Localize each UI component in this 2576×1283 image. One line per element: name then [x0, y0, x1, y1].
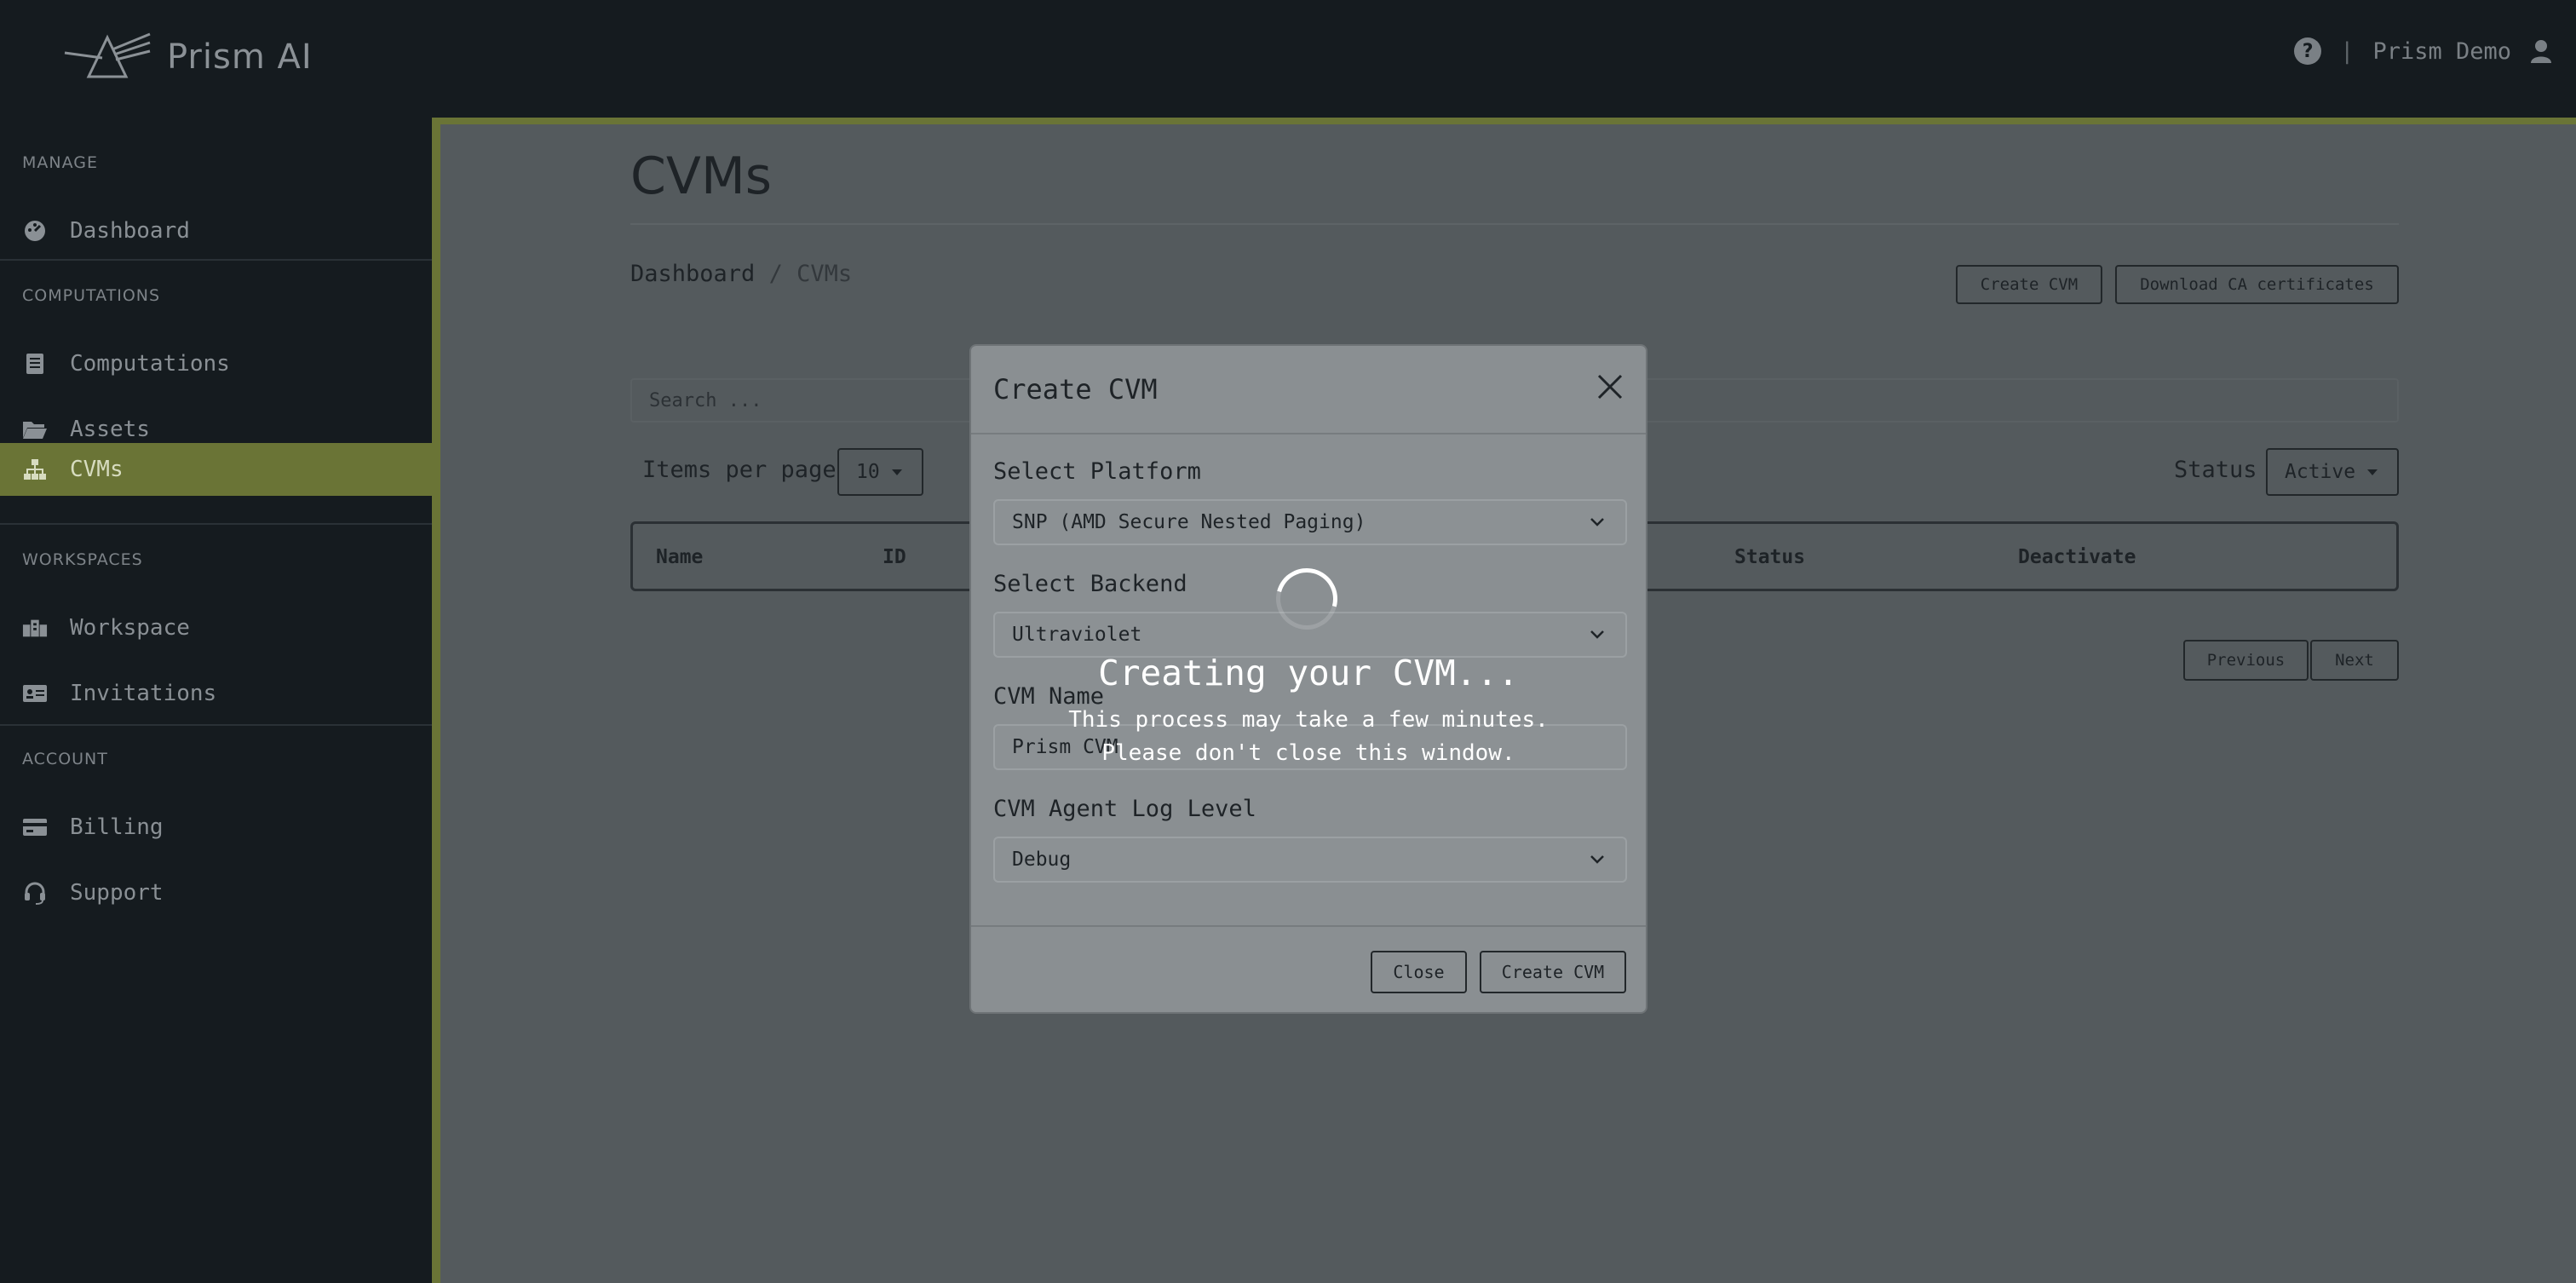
- folder-icon: [22, 419, 48, 440]
- items-per-page-label: Items per page: [642, 457, 837, 483]
- column-header-name[interactable]: Name: [656, 546, 703, 568]
- modal-create-cvm-button[interactable]: Create CVM: [1480, 951, 1626, 993]
- user-icon[interactable]: [2530, 39, 2552, 63]
- breadcrumb-current: CVMs: [796, 261, 853, 287]
- credit-card-icon: [22, 818, 48, 837]
- sidebar-item-invitations[interactable]: Invitations: [0, 667, 432, 720]
- platform-label: Select Platform: [993, 458, 1201, 485]
- modal-title: Create CVM: [993, 373, 1158, 406]
- sidebar-item-label: CVMs: [70, 457, 124, 482]
- sidebar-item-support[interactable]: Support: [0, 866, 432, 919]
- headset-icon: [22, 881, 48, 905]
- sidebar-item-label: Support: [70, 880, 164, 906]
- sitemap-icon: [22, 458, 48, 480]
- status-filter-label: Status: [2174, 457, 2257, 483]
- title-divider: [630, 223, 2399, 225]
- close-icon[interactable]: [1593, 370, 1627, 404]
- loading-message-line2: Please don't close this window.: [1101, 740, 1515, 766]
- status-filter-value: Active: [2285, 461, 2356, 483]
- previous-page-button[interactable]: Previous: [2183, 640, 2309, 681]
- sidebar-item-billing[interactable]: Billing: [0, 801, 432, 854]
- divider: [0, 259, 432, 261]
- loading-title: Creating your CVM...: [1098, 653, 1519, 693]
- caret-down-icon: [2367, 469, 2378, 475]
- sidebar-item-label: Invitations: [70, 681, 217, 706]
- sidebar: MANAGE Dashboard COMPUTATIONS Computatio…: [0, 118, 432, 1283]
- items-per-page-select[interactable]: 10: [837, 448, 923, 496]
- page-title: CVMs: [630, 147, 772, 206]
- column-header-id[interactable]: ID: [883, 546, 906, 568]
- user-name[interactable]: Prism Demo: [2372, 38, 2511, 65]
- section-label-manage: MANAGE: [22, 153, 98, 172]
- section-label-computations: COMPUTATIONS: [22, 286, 161, 305]
- divider: [0, 724, 432, 726]
- caret-down-icon: [891, 469, 902, 475]
- platform-value: SNP (AMD Secure Nested Paging): [1012, 511, 1366, 533]
- loading-message-line1: This process may take a few minutes.: [1068, 707, 1549, 733]
- sidebar-item-label: Dashboard: [70, 218, 190, 244]
- chevron-down-icon: [1588, 850, 1607, 874]
- brand-name: Prism AI: [167, 37, 313, 77]
- modal-footer-divider: [971, 925, 1646, 927]
- chevron-down-icon: [1588, 625, 1607, 649]
- brand-logo[interactable]: Prism AI: [63, 31, 313, 83]
- items-per-page-value: 10: [856, 461, 880, 483]
- id-card-icon: [22, 683, 48, 704]
- download-ca-certificates-button[interactable]: Download CA certificates: [2115, 265, 2399, 304]
- breadcrumb: Dashboard / CVMs: [630, 261, 852, 287]
- sidebar-item-label: Billing: [70, 814, 164, 840]
- sidebar-item-computations[interactable]: Computations: [0, 337, 432, 390]
- log-level-select[interactable]: Debug: [993, 837, 1627, 883]
- header-separator: |: [2340, 37, 2355, 65]
- column-header-status[interactable]: Status: [1734, 546, 1805, 568]
- help-icon[interactable]: ?: [2294, 37, 2322, 65]
- sidebar-item-dashboard[interactable]: Dashboard: [0, 204, 432, 257]
- platform-select[interactable]: SNP (AMD Secure Nested Paging): [993, 499, 1627, 545]
- document-icon: [22, 353, 48, 375]
- sidebar-item-label: Computations: [70, 351, 230, 377]
- create-cvm-button[interactable]: Create CVM: [1956, 265, 2102, 304]
- divider: [0, 523, 432, 525]
- sidebar-item-label: Assets: [70, 417, 150, 442]
- modal-header: Create CVM: [971, 346, 1646, 434]
- buildings-icon: [22, 618, 48, 638]
- column-header-deactivate[interactable]: Deactivate: [2018, 546, 2136, 568]
- section-label-account: ACCOUNT: [22, 750, 108, 768]
- sidebar-item-cvms[interactable]: CVMs: [0, 443, 432, 496]
- next-page-button[interactable]: Next: [2310, 640, 2399, 681]
- breadcrumb-dashboard[interactable]: Dashboard: [630, 261, 755, 287]
- backend-value: Ultraviolet: [1012, 624, 1142, 646]
- log-level-label: CVM Agent Log Level: [993, 796, 1256, 822]
- speedometer-icon: [22, 220, 48, 242]
- log-level-value: Debug: [1012, 849, 1072, 871]
- prism-logo-icon: [63, 31, 152, 83]
- backend-label: Select Backend: [993, 571, 1187, 597]
- sidebar-item-workspace[interactable]: Workspace: [0, 601, 432, 654]
- status-filter-select[interactable]: Active: [2266, 448, 2399, 496]
- section-label-workspaces: WORKSPACES: [22, 550, 143, 569]
- breadcrumb-separator: /: [768, 261, 783, 287]
- modal-close-button[interactable]: Close: [1371, 951, 1467, 993]
- top-bar: Prism AI ? | Prism Demo: [0, 0, 2576, 118]
- sidebar-item-label: Workspace: [70, 615, 190, 641]
- chevron-down-icon: [1588, 513, 1607, 537]
